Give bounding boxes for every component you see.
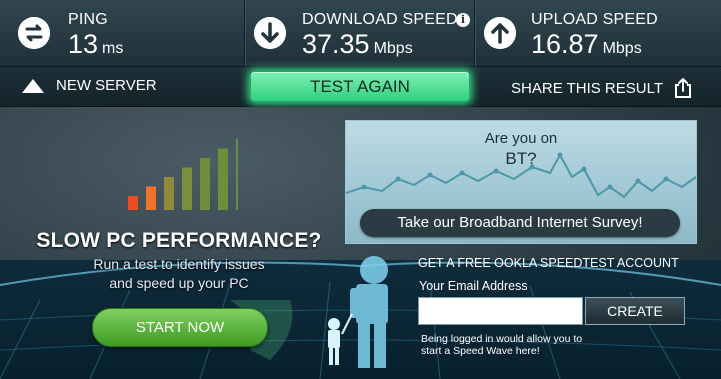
email-field[interactable] — [418, 297, 583, 325]
ping-arrows-icon — [18, 17, 50, 49]
signal-bar — [164, 177, 174, 210]
download-arrow-icon — [254, 17, 286, 49]
new-server-button[interactable]: NEW SERVER — [22, 77, 157, 94]
signal-bar — [236, 139, 238, 210]
action-bar: NEW SERVER TEST AGAIN SHARE THIS RESULT — [0, 67, 721, 107]
ping-label: PING — [68, 11, 108, 28]
upload-value: 16.87 Mbps — [531, 29, 642, 60]
account-title: GET A FREE OOKLA SPEEDTEST ACCOUNT — [418, 256, 679, 270]
upload-label: UPLOAD SPEED — [531, 11, 658, 28]
share-label: SHARE THIS RESULT — [511, 79, 663, 97]
promo-line-2: and speed up your PC — [109, 275, 249, 291]
info-icon[interactable]: i — [456, 13, 470, 27]
download-number: 37.35 — [302, 29, 370, 59]
upload-arrow-icon — [484, 17, 516, 49]
download-label: DOWNLOAD SPEED — [302, 11, 458, 28]
new-server-label: NEW SERVER — [56, 77, 157, 94]
signal-bar — [182, 167, 192, 210]
triangle-icon — [22, 78, 44, 93]
download-stat: DOWNLOAD SPEED i 37.35 Mbps — [244, 0, 474, 66]
speedtest-result-window: PING 13 ms DOWNLOAD SPEED i 37.35 Mbps U… — [0, 0, 721, 379]
test-again-button[interactable]: TEST AGAIN — [250, 71, 470, 102]
ping-unit: ms — [102, 40, 124, 57]
survey-panel: Are you on BT? Take our Broadband Intern… — [345, 120, 697, 244]
survey-button[interactable]: Take our Broadband Internet Survey! — [360, 209, 680, 237]
signal-bar — [128, 196, 138, 210]
email-label: Your Email Address — [419, 279, 528, 293]
signal-bar — [200, 158, 210, 210]
promo-line-1: Run a test to identify issues — [93, 256, 265, 272]
promo-subtitle: Run a test to identify issues and speed … — [14, 255, 344, 293]
ping-value: 13 ms — [68, 29, 123, 60]
login-note: Being logged in would allow you to start… — [421, 333, 621, 357]
ping-stat: PING 13 ms — [0, 0, 243, 66]
download-value: 37.35 Mbps — [302, 29, 413, 60]
create-account-button[interactable]: CREATE — [585, 297, 685, 325]
hologram-figures-decoration — [328, 256, 388, 368]
upload-stat: UPLOAD SPEED 16.87 Mbps — [474, 0, 721, 66]
download-unit: Mbps — [373, 40, 413, 57]
share-icon — [675, 78, 691, 98]
start-now-button[interactable]: START NOW — [92, 308, 268, 347]
promo-title: SLOW PC PERFORMANCE? — [36, 229, 322, 252]
signal-bar — [218, 148, 228, 210]
signal-bar — [146, 186, 156, 210]
share-result-button[interactable]: SHARE THIS RESULT — [511, 77, 693, 99]
login-note-line-2: start a Speed Wave here! — [421, 345, 540, 357]
upload-number: 16.87 — [531, 29, 599, 59]
results-header: PING 13 ms DOWNLOAD SPEED i 37.35 Mbps U… — [0, 0, 721, 67]
survey-question-line-1: Are you on — [484, 130, 558, 147]
upload-unit: Mbps — [602, 40, 642, 57]
survey-question-line-2: BT? — [505, 149, 537, 168]
login-note-line-1: Being logged in would allow you to — [421, 333, 583, 345]
ping-number: 13 — [68, 29, 99, 59]
signal-bars-chart — [128, 139, 238, 210]
